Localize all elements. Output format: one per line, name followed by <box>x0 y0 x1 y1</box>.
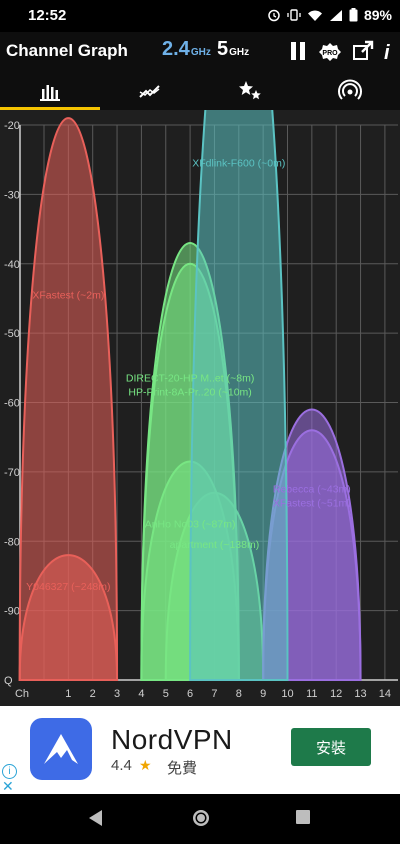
tab-access-points[interactable] <box>300 72 400 110</box>
tab-bar <box>0 72 400 110</box>
page-title: Channel Graph <box>6 41 128 60</box>
band-2-4-number: 2.4 <box>162 38 190 60</box>
x-tick-label: 1 <box>65 688 71 700</box>
x-tick-label: 13 <box>354 688 366 700</box>
pause-button[interactable] <box>288 40 308 67</box>
y-tick-label: Q <box>4 675 13 687</box>
y-tick-label: -30 <box>4 189 20 201</box>
navigation-bar <box>0 794 400 844</box>
x-tick-label: 7 <box>211 688 217 700</box>
band-5-unit: GHz <box>229 47 250 58</box>
star-icon: ★ <box>139 757 152 773</box>
x-tick-label: 9 <box>260 688 266 700</box>
alarm-icon <box>267 8 281 22</box>
vibrate-icon <box>287 8 301 22</box>
signal-icon <box>329 9 343 22</box>
home-icon <box>193 810 209 826</box>
tab-channel-rating[interactable] <box>200 72 300 110</box>
y-tick-label: -70 <box>4 467 20 479</box>
x-tick-label: 12 <box>330 688 342 700</box>
band-5-number: 5 <box>217 38 229 60</box>
back-button[interactable] <box>86 808 104 833</box>
home-button[interactable] <box>191 808 211 833</box>
bar-chart-icon <box>40 85 60 101</box>
recents-icon <box>296 810 310 824</box>
recents-button[interactable] <box>294 808 312 831</box>
x-tick-label: 6 <box>187 688 193 700</box>
band-5ghz-toggle[interactable]: 5GHz <box>217 38 249 61</box>
ad-info-icon[interactable]: i <box>2 764 17 779</box>
tab-channel-graph[interactable] <box>0 72 100 110</box>
status-icons: 89% <box>267 7 392 23</box>
network-label: AnHo No03 (~87m) <box>145 518 236 530</box>
pro-label: PRO <box>322 49 338 57</box>
x-tick-label: 10 <box>281 688 293 700</box>
status-bar: 12:52 89% <box>0 0 400 32</box>
pause-icon <box>291 42 305 60</box>
y-tick-label: -50 <box>4 328 20 340</box>
network-label: apartment (~138m) <box>170 539 260 551</box>
ad-install-button[interactable]: 安裝 <box>291 728 371 766</box>
ad-banner[interactable]: NordVPN 4.4 ★ 免費 安裝 i ✕ <box>0 706 400 794</box>
band-2-4ghz-toggle[interactable]: 2.4GHz <box>162 38 211 61</box>
ad-close-icon[interactable]: ✕ <box>2 778 14 795</box>
y-tick-label: -90 <box>4 606 20 618</box>
pro-button[interactable]: PRO <box>318 42 342 66</box>
network-label: Y046327 (~248m) <box>26 581 110 593</box>
y-tick-label: -20 <box>4 120 20 132</box>
share-icon <box>353 40 374 60</box>
x-tick-label: 14 <box>379 688 391 700</box>
network-label: HP-Print-8A-Pr..20 (~10m) <box>128 387 251 399</box>
x-tick-label: 8 <box>236 688 242 700</box>
y-tick-label: -80 <box>4 536 20 548</box>
time-graph-icon <box>139 85 160 98</box>
network-label: XFdlink-F600 (~0m) <box>192 158 285 170</box>
battery-icon <box>349 8 358 22</box>
app-bar: Channel Graph 2.4GHz 5GHz PRO i <box>0 32 400 72</box>
network-label: XFastest (~2m) <box>32 289 104 301</box>
network-label: XFastest (~51m) <box>273 498 351 510</box>
x-tick-label: 5 <box>163 688 169 700</box>
appbar-actions: PRO i <box>288 40 394 67</box>
x-tick-label: 11 <box>306 688 317 700</box>
y-tick-label: -40 <box>4 259 20 271</box>
access-point-icon <box>338 79 362 100</box>
ad-rating: 4.4 <box>111 757 132 774</box>
nordvpn-logo[interactable] <box>30 718 92 780</box>
x-tick-label: Ch <box>15 688 29 700</box>
back-icon <box>89 810 102 826</box>
info-button[interactable]: i <box>384 42 394 65</box>
network-label: Rebecca (~43m) <box>273 484 351 496</box>
x-tick-label: 2 <box>90 688 96 700</box>
share-button[interactable] <box>352 40 374 67</box>
channel-graph: -20 -30 -40 -50 -60 -70 -80 -90 Q Ch 1 2 3 4 5 6 7 8 9 10 11… <box>0 0 400 706</box>
network-signal-curve <box>18 117 119 681</box>
band-2-4-unit: GHz <box>190 47 211 58</box>
x-tick-label: 3 <box>114 688 120 700</box>
stars-rating-icon <box>239 81 261 100</box>
battery-percent: 89% <box>363 7 392 23</box>
ad-app-name[interactable]: NordVPN <box>111 724 233 756</box>
wifi-icon <box>307 9 323 22</box>
channel-graph-svg: -20-30-40-50-60-70-80-90QCh 1 2 3 4 5 6 7 8 9 10 11… <box>4 0 398 700</box>
y-tick-label: -60 <box>4 398 20 410</box>
ad-price: 免費 <box>167 760 198 777</box>
x-tick-label: 4 <box>138 688 144 700</box>
tab-time-graph[interactable] <box>100 72 200 110</box>
network-label: DIRECT-20-HP M..et (~8m) <box>126 373 254 385</box>
status-time: 12:52 <box>28 7 67 24</box>
